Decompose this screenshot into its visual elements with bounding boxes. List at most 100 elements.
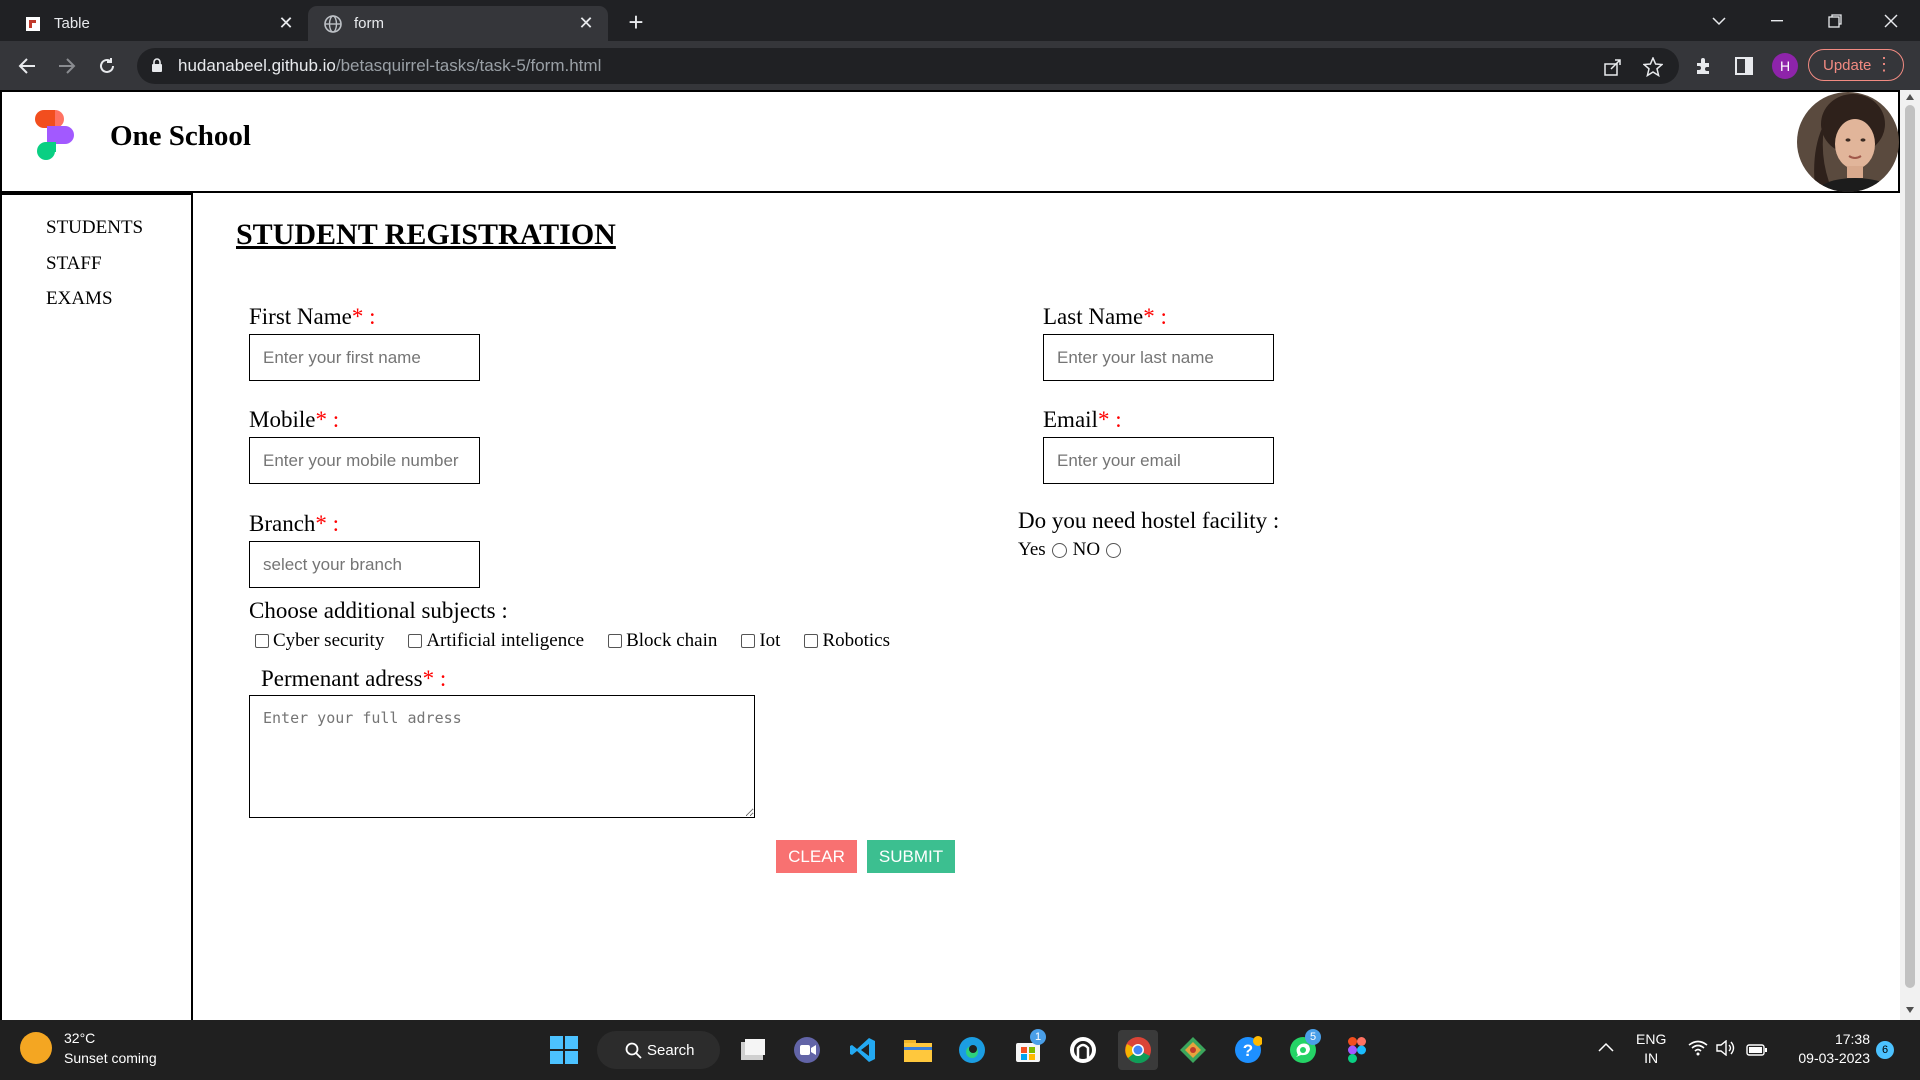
page-favicon-icon: [24, 15, 42, 33]
checkbox[interactable]: [741, 634, 756, 648]
checkbox[interactable]: [408, 634, 423, 648]
address-textarea[interactable]: [249, 695, 755, 818]
first-name-input[interactable]: [249, 334, 480, 381]
language-bottom: IN: [1644, 1050, 1659, 1066]
branch-input[interactable]: [249, 541, 480, 588]
label-colon: :: [1115, 407, 1122, 432]
battery-icon[interactable]: [1746, 1042, 1768, 1061]
chrome-icon[interactable]: [1118, 1030, 1158, 1070]
git-kraken-icon[interactable]: [1173, 1030, 1213, 1070]
minimize-icon[interactable]: [1748, 0, 1806, 41]
start-windows-icon[interactable]: [544, 1030, 584, 1070]
first-name-label: First Name* :: [249, 304, 376, 330]
hostel-no-label: NO: [1072, 539, 1101, 560]
branch-label: Branch* :: [249, 511, 339, 537]
whatsapp-badge: 5: [1305, 1029, 1321, 1045]
new-tab-icon[interactable]: +: [620, 9, 652, 37]
clock-time: 17:38: [1834, 1031, 1870, 1047]
first-name-label-text: First Name: [249, 304, 352, 329]
close-tab-icon[interactable]: ✕: [274, 12, 298, 36]
side-panel-icon[interactable]: [1732, 54, 1756, 78]
language-top: ENG: [1636, 1031, 1667, 1047]
more-menu-icon[interactable]: ⋮: [1875, 54, 1893, 74]
forward-arrow-icon[interactable]: [50, 49, 84, 83]
address-label: Permenant adress* :: [261, 666, 446, 692]
subject-option[interactable]: Block chain: [608, 630, 717, 652]
last-name-label-text: Last Name: [1043, 304, 1144, 329]
subject-option[interactable]: Iot: [741, 630, 780, 652]
clock[interactable]: 17:38 09-03-2023: [1786, 1030, 1870, 1068]
show-hidden-icons-icon[interactable]: [1598, 1038, 1614, 1057]
reload-icon[interactable]: [90, 49, 124, 83]
weather-temp: 32°C: [64, 1030, 96, 1046]
notification-badge[interactable]: 6: [1876, 1041, 1894, 1059]
subject-option[interactable]: Cyber security: [255, 630, 384, 652]
github-desktop-icon[interactable]: [1063, 1030, 1103, 1070]
scroll-down-icon[interactable]: [1905, 1006, 1915, 1014]
help-icon[interactable]: ?: [1228, 1030, 1268, 1070]
vscode-icon[interactable]: [843, 1030, 883, 1070]
back-arrow-icon[interactable]: [10, 49, 44, 83]
scrollbar-thumb[interactable]: [1905, 105, 1915, 988]
checkbox[interactable]: [255, 634, 269, 648]
search-icon: [625, 1042, 642, 1059]
figma-icon[interactable]: [1337, 1030, 1377, 1070]
lock-icon[interactable]: [151, 57, 163, 78]
update-button[interactable]: Update ⋮: [1808, 49, 1904, 81]
email-input[interactable]: [1043, 437, 1274, 484]
url-path: /betasquirrel-tasks/task-5/form.html: [335, 56, 602, 75]
volume-icon[interactable]: [1716, 1039, 1736, 1061]
checkbox[interactable]: [804, 634, 819, 648]
store-badge: 1: [1030, 1029, 1046, 1045]
required-mark: *: [315, 407, 327, 432]
subject-label: Robotics: [822, 630, 891, 651]
subject-label: Block chain: [626, 630, 718, 651]
language-indicator[interactable]: ENG IN: [1636, 1030, 1666, 1068]
restore-icon[interactable]: [1806, 0, 1864, 41]
subject-option[interactable]: Artificial inteligence: [408, 630, 584, 652]
required-mark: *: [1143, 304, 1155, 329]
teams-chat-icon[interactable]: [787, 1030, 827, 1070]
tab-search-icon[interactable]: [1690, 0, 1748, 41]
sidebar: STUDENTS STAFF EXAMS: [0, 193, 193, 1020]
hostel-no-radio[interactable]: [1106, 542, 1122, 558]
taskbar-search[interactable]: Search: [597, 1031, 720, 1069]
address-label-text: Permenant adress: [261, 666, 423, 691]
clear-button[interactable]: CLEAR: [776, 840, 857, 873]
close-window-icon[interactable]: [1862, 0, 1920, 41]
checkbox[interactable]: [608, 634, 623, 648]
tab-form[interactable]: form ✕: [308, 6, 608, 41]
submit-button[interactable]: SUBMIT: [867, 840, 955, 873]
required-mark: *: [315, 511, 327, 536]
site-header: One School: [0, 90, 1900, 193]
browser-toolbar: hudanabeel.github.io/betasquirrel-tasks/…: [0, 41, 1920, 90]
sidebar-item-students[interactable]: STUDENTS: [46, 217, 143, 239]
page-viewport: One School STUDENTS STAFF EXAMS STUDENT …: [0, 90, 1920, 1020]
globe-icon: [324, 14, 342, 33]
sidebar-item-staff[interactable]: STAFF: [46, 253, 102, 275]
file-explorer-icon[interactable]: [898, 1030, 938, 1070]
sidebar-item-exams[interactable]: EXAMS: [46, 288, 113, 310]
subject-option[interactable]: Robotics: [804, 630, 890, 652]
user-profile-photo[interactable]: [1797, 92, 1899, 192]
task-view-icon[interactable]: [733, 1030, 773, 1070]
tab-table[interactable]: Table ✕: [8, 6, 308, 41]
bookmark-star-icon[interactable]: [1642, 56, 1664, 78]
edge-browser-icon[interactable]: [952, 1030, 992, 1070]
required-mark: *: [1097, 407, 1110, 432]
mobile-input[interactable]: [249, 437, 480, 484]
taskbar: 32°C Sunset coming Search 1 ? 5 ENG IN 1…: [0, 1020, 1920, 1080]
extensions-puzzle-icon[interactable]: [1692, 54, 1716, 78]
profile-avatar[interactable]: H: [1772, 53, 1798, 79]
scroll-up-icon[interactable]: [1905, 93, 1915, 101]
address-bar[interactable]: hudanabeel.github.io/betasquirrel-tasks/…: [137, 48, 1679, 84]
hostel-yes-radio[interactable]: [1051, 542, 1067, 558]
weather-widget[interactable]: 32°C Sunset coming: [20, 1028, 157, 1068]
label-colon: :: [369, 304, 376, 329]
last-name-input[interactable]: [1043, 334, 1274, 381]
share-icon[interactable]: [1602, 56, 1624, 78]
url-text: hudanabeel.github.io/betasquirrel-tasks/…: [178, 56, 601, 76]
wifi-icon[interactable]: [1688, 1040, 1708, 1061]
hostel-label: Do you need hostel facility :: [1018, 508, 1280, 533]
close-tab-icon[interactable]: ✕: [574, 12, 598, 36]
